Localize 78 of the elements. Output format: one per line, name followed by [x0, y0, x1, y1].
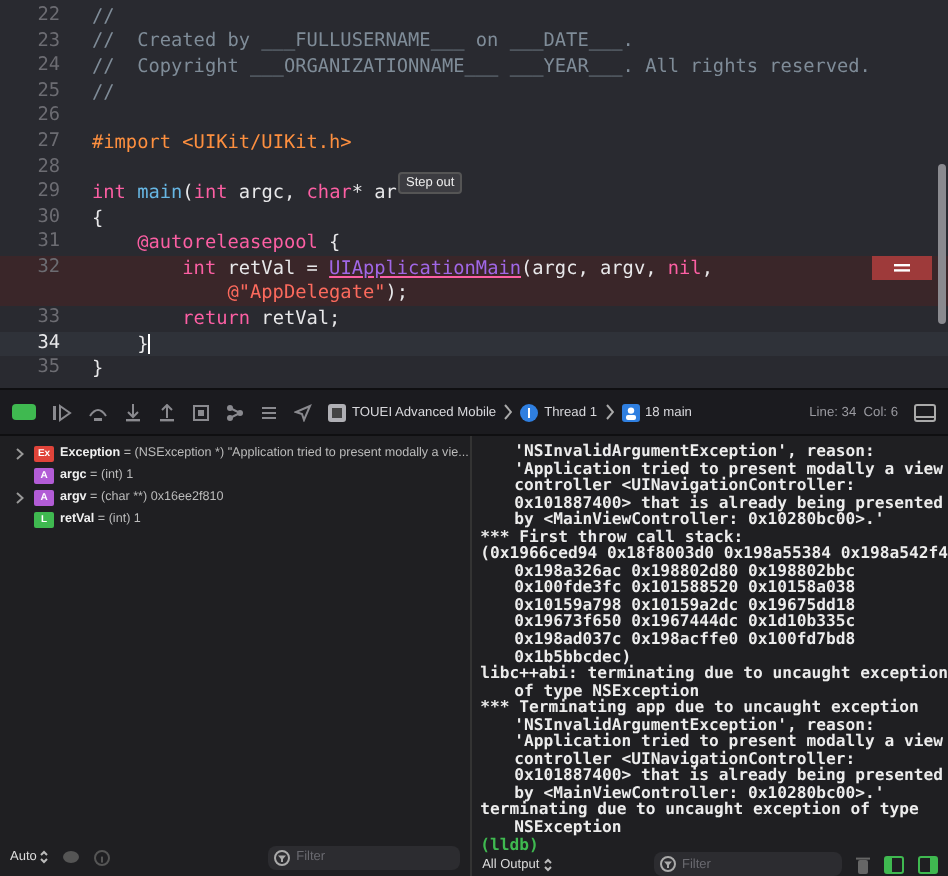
person-icon	[621, 403, 639, 421]
trash-icon[interactable]	[856, 855, 870, 874]
code-line: @"AppDelegate");	[225, 282, 409, 305]
console-line: libc++abi: terminating due to uncaught exception	[480, 664, 948, 682]
console-line: NSException	[514, 818, 624, 836]
console-line: 0x101887400> that is already being presented	[512, 766, 945, 784]
filter-icon	[660, 856, 676, 873]
code-line: #import <UIKit/UIKit.h>	[92, 131, 352, 154]
step-out-icon[interactable]	[158, 403, 176, 421]
console-line: by <MainViewController: 0x10280bc00>.'	[514, 783, 885, 801]
line-number: 28	[35, 155, 62, 181]
console-line: 0x198ad037c 0x198acffe0 0x100fd7bd8	[512, 630, 858, 648]
console-line: 0x198a326ac 0x198802d80 0x198802bbc	[514, 561, 858, 579]
code-editor[interactable]	[0, 0, 948, 388]
view-hierarchy-icon[interactable]	[192, 403, 210, 421]
console-line: 0x19673f650 0x1967444dc 0x1d10b335c	[512, 612, 858, 631]
environment-icon[interactable]	[260, 403, 278, 421]
code-line: int main(int argc, char* ar	[92, 181, 397, 204]
console-line: controller <UINavigationController:	[512, 476, 856, 494]
disclosure-icon[interactable]	[16, 491, 24, 503]
line-number: 23	[35, 29, 62, 55]
disclosure-icon[interactable]	[16, 447, 24, 459]
console-line: 'Application tried to present modally a view	[512, 732, 945, 750]
console-line: terminating due to uncaught exception of type	[480, 800, 921, 819]
console-line: 'NSInvalidArgumentException', reason:	[512, 442, 877, 460]
continue-icon[interactable]	[52, 403, 72, 421]
line-number: 33	[35, 306, 62, 332]
location-icon[interactable]	[294, 403, 312, 421]
filter-icon	[274, 849, 291, 865]
code-line: // Created by ___FULLUSERNAME___ on ___DATE___.	[92, 30, 634, 53]
code-line: }	[135, 333, 151, 356]
console-line: *** Terminating app due to uncaught exception	[480, 698, 921, 716]
right-panel-icon[interactable]	[918, 855, 938, 874]
error-badge-icon[interactable]	[872, 255, 932, 280]
console-line: (0x1966ced94 0x18f8003d0 0x198a55384 0x198a542f4	[480, 544, 948, 562]
step-over-icon[interactable]	[88, 403, 108, 421]
toggle-icon[interactable]	[12, 404, 36, 420]
line-number: 25	[35, 79, 62, 105]
console-line: 0x100fde3fc 0x101588520 0x10158a038	[512, 578, 858, 596]
console-line: *** First throw call stack:	[480, 527, 746, 545]
code-line: //	[92, 81, 115, 104]
app-icon	[328, 403, 346, 421]
console-line: 0x1b5bbcdec)	[514, 647, 632, 665]
line-number: 22	[35, 4, 62, 30]
line-number: 31	[35, 230, 62, 256]
left-panel-icon[interactable]	[884, 855, 904, 874]
chevron-icon	[504, 404, 513, 420]
code-line: }	[92, 358, 104, 381]
updown-chevron-icon	[40, 850, 49, 864]
thread-icon	[520, 403, 539, 421]
updown-chevron-icon	[543, 857, 552, 872]
line-number: 30	[35, 205, 62, 231]
line-number: 26	[35, 104, 62, 130]
code-line: @autoreleasepool {	[135, 232, 341, 255]
console-line: 0x10159a798 0x10159a2dc 0x19675dd18	[512, 595, 858, 613]
console-line: of type NSException	[512, 681, 700, 699]
scrollbar[interactable]	[938, 164, 946, 324]
code-line: int retVal = UIApplicationMain(argc, argv, nil,	[180, 257, 713, 280]
line-number: 29	[35, 180, 62, 206]
console-line: 'NSInvalidArgumentException', reason:	[512, 715, 875, 733]
lldb-prompt: (lldb)	[480, 835, 539, 853]
code-line: {	[92, 207, 104, 230]
code-line: return retVal;	[180, 307, 341, 330]
console-line: controller <UINavigationController:	[512, 749, 856, 767]
console-line: 0x101887400> that is already being presented	[512, 493, 945, 511]
console-line: by <MainViewController: 0x10280bc00>.'	[512, 510, 885, 528]
code-line: // Copyright ___ORGANIZATIONNAME___ ___YEAR___. All rights reserved.	[92, 55, 871, 78]
console-line: 'Application tried to present modally a view	[512, 459, 945, 477]
line-number: 32	[35, 255, 62, 282]
line-number: 27	[35, 129, 62, 156]
step-into-icon[interactable]	[124, 403, 142, 421]
panel-layout-icon[interactable]	[914, 403, 936, 421]
memory-graph-icon[interactable]	[226, 403, 244, 421]
chevron-icon	[605, 404, 613, 420]
line-number: 35	[35, 356, 62, 382]
code-line: //	[92, 5, 115, 28]
line-number: 24	[35, 54, 62, 80]
line-number: 34	[35, 331, 62, 357]
